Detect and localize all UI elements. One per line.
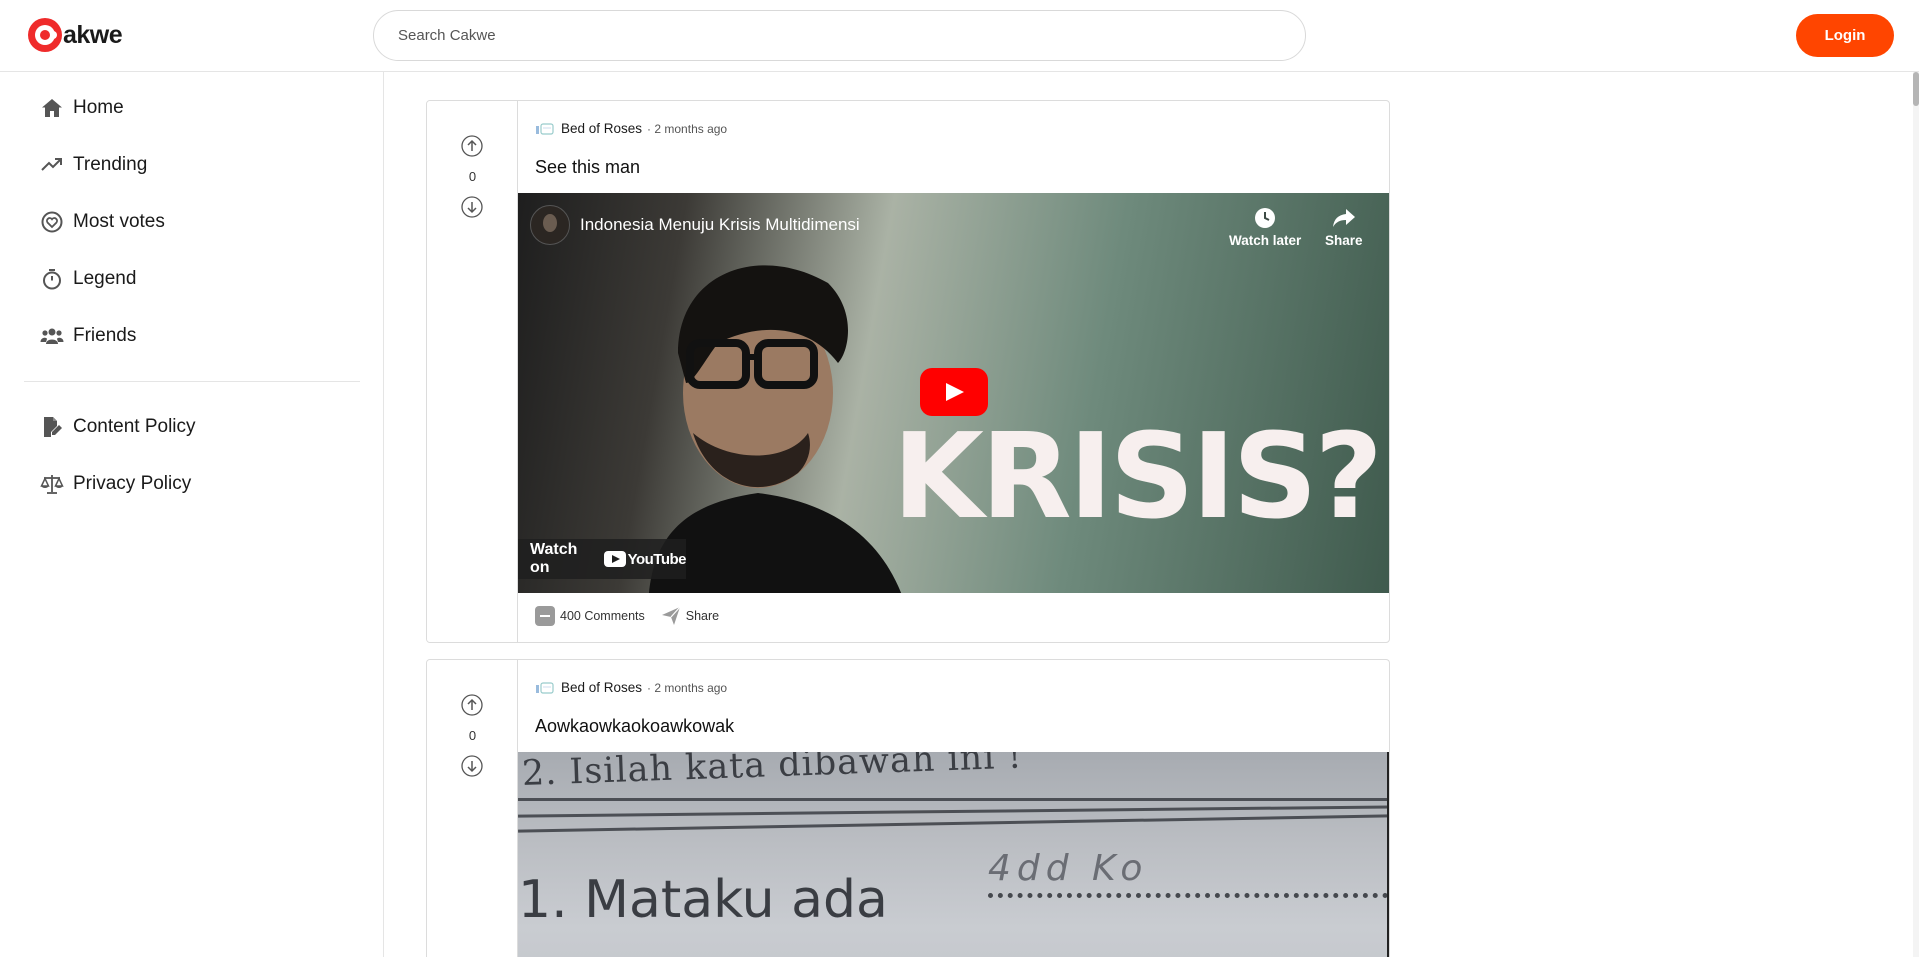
youtube-logo-icon [603, 551, 626, 567]
image-ruled-line [518, 814, 1389, 833]
downvote-icon[interactable] [461, 755, 483, 777]
sidebar-item-label: Most votes [73, 211, 165, 232]
file-signature-icon [44, 417, 62, 437]
comment-icon [535, 606, 555, 626]
post-body: Bed of Roses · 2 months ago Aowkaowkaoko… [518, 660, 1389, 957]
image-edge [1387, 752, 1389, 957]
page-scrollbar[interactable] [1913, 72, 1919, 957]
post-title[interactable]: See this man [535, 157, 640, 178]
upvote-icon[interactable] [461, 135, 483, 157]
stopwatch-icon [43, 269, 61, 290]
image-ruled-line [518, 798, 1389, 801]
paper-plane-icon [661, 606, 681, 625]
vote-column: 0 [427, 660, 518, 957]
post-body: Bed of Roses · 2 months ago See this man… [518, 101, 1389, 642]
watch-on-label: Watch on [530, 541, 578, 576]
watch-on-youtube-button[interactable]: Watch on YouTube [518, 539, 687, 579]
community-icon [536, 681, 554, 694]
sidebar-item-label: Content Policy [73, 416, 196, 437]
comments-button[interactable]: 400 Comments [535, 606, 645, 626]
post-card: 0 Bed of Roses · 2 months ago Aowkaowkao… [426, 659, 1390, 957]
post-actions: 400 Comments Share [535, 606, 735, 626]
upvote-icon[interactable] [461, 694, 483, 716]
search-input[interactable] [373, 10, 1306, 61]
scale-icon [40, 475, 64, 494]
share-label: Share [685, 609, 720, 623]
post-meta: Bed of Roses · 2 months ago [535, 680, 727, 695]
top-header: akwe Login [0, 0, 1919, 72]
sidebar-item-most-votes[interactable]: Most votes [40, 202, 360, 242]
vote-count: 0 [468, 728, 477, 743]
comments-count: 400 Comments [560, 609, 645, 623]
video-share-label: Share [1325, 233, 1363, 248]
image-text-line2: 1. Mataku ada [518, 870, 888, 930]
sidebar: Home Trending Most votes Legend Friends … [0, 72, 384, 957]
share-arrow-icon [1332, 209, 1355, 227]
sidebar-item-label: Privacy Policy [73, 473, 192, 494]
sidebar-item-legend[interactable]: Legend [40, 259, 360, 299]
login-button[interactable]: Login [1796, 14, 1894, 57]
sidebar-item-trending[interactable]: Trending [40, 145, 360, 185]
sidebar-item-home[interactable]: Home [40, 88, 360, 128]
sidebar-item-content-policy[interactable]: Content Policy [40, 407, 360, 447]
youtube-embed[interactable]: Indonesia Menuju Krisis Multidimensi Wat… [518, 193, 1389, 593]
post-image[interactable]: 2. Isilah kata dibawah ini ! 4dd Ko 1. M… [518, 752, 1389, 957]
image-text-line1: 2. Isilah kata dibawah ini ! [521, 752, 1024, 794]
video-title[interactable]: Indonesia Menuju Krisis Multidimensi [580, 215, 860, 235]
community-name[interactable]: Bed of Roses [561, 680, 642, 695]
home-icon [42, 99, 62, 117]
youtube-logo: YouTube [603, 550, 687, 568]
brand-name: akwe [63, 20, 123, 49]
watch-later-button[interactable]: Watch later [1229, 207, 1301, 248]
sidebar-divider [24, 381, 360, 382]
trending-icon [41, 158, 62, 171]
channel-avatar[interactable] [530, 205, 570, 245]
sidebar-item-privacy-policy[interactable]: Privacy Policy [40, 464, 360, 504]
post-meta: Bed of Roses · 2 months ago [535, 121, 727, 136]
brand-logo[interactable]: akwe [28, 18, 123, 52]
friends-icon [40, 328, 64, 344]
image-dotted-line [988, 874, 1388, 898]
youtube-wordmark: YouTube [627, 550, 687, 568]
heart-circle-icon [41, 211, 63, 233]
clock-icon [1255, 208, 1276, 228]
downvote-icon[interactable] [461, 196, 483, 218]
community-icon [536, 122, 554, 135]
sidebar-item-label: Trending [73, 154, 148, 175]
sidebar-item-friends[interactable]: Friends [40, 316, 360, 356]
post-time: · 2 months ago [647, 680, 728, 695]
post-time: · 2 months ago [647, 121, 728, 136]
sidebar-item-label: Friends [73, 325, 137, 346]
video-share-button[interactable]: Share [1325, 207, 1363, 248]
scrollbar-thumb[interactable] [1913, 72, 1919, 106]
post-title[interactable]: Aowkaowkaokoawkowak [535, 716, 734, 737]
sidebar-item-label: Home [73, 97, 124, 118]
vote-column: 0 [427, 101, 518, 642]
post-card: 0 Bed of Roses · 2 months ago See this m… [426, 100, 1390, 643]
vote-count: 0 [468, 169, 477, 184]
community-name[interactable]: Bed of Roses [561, 121, 642, 136]
watch-later-label: Watch later [1229, 233, 1302, 248]
share-button[interactable]: Share [661, 606, 719, 626]
video-overlay-text: KRISIS? [892, 407, 1383, 545]
sidebar-item-label: Legend [73, 268, 137, 289]
logo-mark-icon [28, 18, 62, 52]
